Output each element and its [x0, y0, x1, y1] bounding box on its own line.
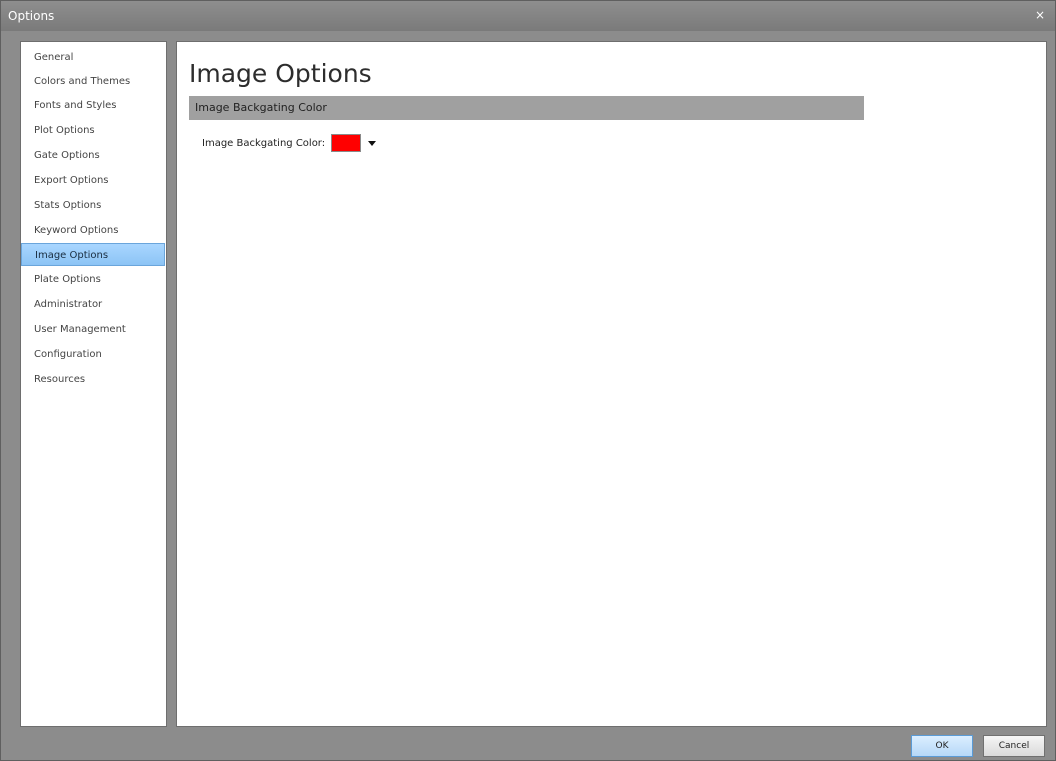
- dropdown-arrow-icon[interactable]: [368, 141, 376, 146]
- nav-item-fonts-and-styles[interactable]: Fonts and Styles: [21, 94, 165, 117]
- nav-item-administrator[interactable]: Administrator: [21, 293, 165, 316]
- nav-item-keyword-options[interactable]: Keyword Options: [21, 219, 165, 242]
- options-nav-list: General Colors and Themes Fonts and Styl…: [20, 41, 167, 727]
- nav-item-stats-options[interactable]: Stats Options: [21, 194, 165, 217]
- color-swatch[interactable]: [331, 134, 361, 152]
- backgating-color-label: Image Backgating Color:: [202, 138, 326, 149]
- options-content-panel: Image Options Image Backgating Color Ima…: [176, 41, 1047, 727]
- page-title: Image Options: [189, 59, 372, 88]
- nav-item-plot-options[interactable]: Plot Options: [21, 119, 165, 142]
- title-bar: Options ×: [1, 1, 1055, 31]
- nav-item-export-options[interactable]: Export Options: [21, 169, 165, 192]
- backgating-color-picker[interactable]: [331, 132, 385, 156]
- nav-item-plate-options[interactable]: Plate Options: [21, 268, 165, 291]
- cancel-button[interactable]: Cancel: [983, 735, 1045, 757]
- close-icon[interactable]: ×: [1033, 8, 1047, 22]
- nav-item-resources[interactable]: Resources: [21, 368, 165, 391]
- nav-item-gate-options[interactable]: Gate Options: [21, 144, 165, 167]
- nav-item-configuration[interactable]: Configuration: [21, 343, 165, 366]
- nav-item-colors-and-themes[interactable]: Colors and Themes: [21, 70, 165, 93]
- nav-item-image-options[interactable]: Image Options: [21, 243, 165, 266]
- nav-item-general[interactable]: General: [21, 46, 165, 69]
- ok-button[interactable]: OK: [911, 735, 973, 757]
- window-title: Options: [8, 9, 55, 23]
- section-title: Image Backgating Color: [195, 101, 327, 114]
- section-header: Image Backgating Color: [189, 96, 864, 120]
- nav-item-user-management[interactable]: User Management: [21, 318, 165, 341]
- options-dialog: Options × General Colors and Themes Font…: [0, 0, 1056, 761]
